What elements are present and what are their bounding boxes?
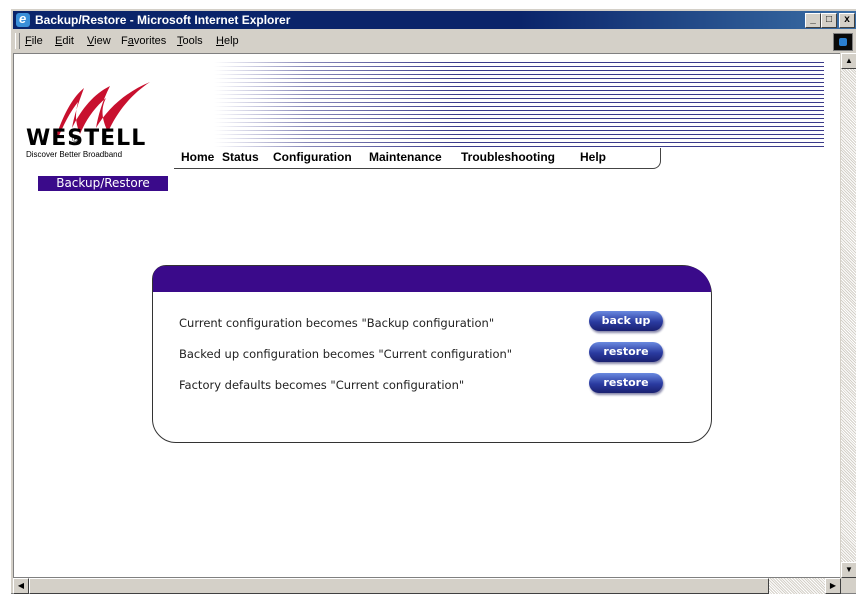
scroll-down-icon[interactable]: ▼ (841, 562, 856, 578)
brand-name: WESTELL (26, 126, 147, 151)
horizontal-scroll-thumb[interactable] (29, 578, 769, 594)
backup-description: Current configuration becomes "Backup co… (179, 316, 495, 330)
restore-backup-description: Backed up configuration becomes "Current… (179, 347, 513, 361)
scroll-up-icon[interactable]: ▲ (841, 53, 856, 69)
internet-explorer-icon (16, 10, 30, 28)
panel-header (153, 266, 711, 292)
menu-favorites[interactable]: Favorites (121, 31, 166, 51)
backup-button[interactable]: back up (589, 311, 663, 331)
header-stripes (214, 62, 824, 150)
menu-file[interactable]: File (25, 31, 43, 51)
restore-backup-button[interactable]: restore (589, 342, 663, 362)
main-nav: Home Status Configuration Maintenance Tr… (174, 148, 661, 169)
nav-maintenance[interactable]: Maintenance (369, 150, 442, 164)
window-title: Backup/Restore - Microsoft Internet Expl… (35, 13, 291, 27)
minimize-button[interactable]: _ (805, 13, 821, 28)
menu-help-accel: H (216, 35, 224, 47)
nav-help[interactable]: Help (580, 150, 606, 164)
menu-edit[interactable]: Edit (55, 31, 74, 51)
menu-help-label: elp (223, 35, 239, 47)
menu-view-label: iew (94, 35, 111, 47)
windows-logo-icon (833, 33, 853, 51)
page-viewport: ® WESTELL Discover Better Broadband Home… (13, 53, 841, 578)
nav-configuration[interactable]: Configuration (273, 150, 352, 164)
restore-factory-button[interactable]: restore (589, 373, 663, 393)
vertical-scrollbar[interactable]: ▲ ▼ (840, 53, 856, 578)
brand-tagline: Discover Better Broadband (26, 150, 123, 159)
backup-restore-panel: Current configuration becomes "Backup co… (152, 265, 712, 443)
menu-favorites-pre: F (121, 35, 128, 47)
title-bar[interactable]: Backup/Restore - Microsoft Internet Expl… (13, 10, 856, 29)
menu-bar: File Edit View Favorites Tools Help (13, 31, 856, 51)
nav-status[interactable]: Status (222, 150, 259, 164)
menu-favorites-label: vorites (133, 35, 167, 47)
scroll-right-icon[interactable]: ▶ (825, 578, 841, 594)
menu-tools-label: ools (182, 35, 203, 47)
scroll-left-icon[interactable]: ◀ (13, 578, 29, 594)
toolbar-grip (15, 33, 20, 49)
maximize-button[interactable]: □ (821, 13, 837, 28)
nav-home[interactable]: Home (181, 150, 214, 164)
factory-defaults-description: Factory defaults becomes "Current config… (179, 378, 465, 392)
horizontal-scrollbar[interactable]: ◀ ▶ (13, 578, 841, 594)
menu-view[interactable]: View (87, 31, 111, 51)
close-button[interactable]: x (839, 13, 855, 28)
menu-file-label: ile (31, 35, 43, 47)
browser-window: Backup/Restore - Microsoft Internet Expl… (10, 8, 856, 594)
section-title: Backup/Restore (38, 176, 168, 191)
menu-file-accel: F (25, 35, 32, 47)
menu-tools[interactable]: Tools (177, 31, 203, 51)
menu-help[interactable]: Help (216, 31, 239, 51)
menu-edit-label: dit (62, 35, 74, 47)
nav-troubleshooting[interactable]: Troubleshooting (461, 150, 555, 164)
